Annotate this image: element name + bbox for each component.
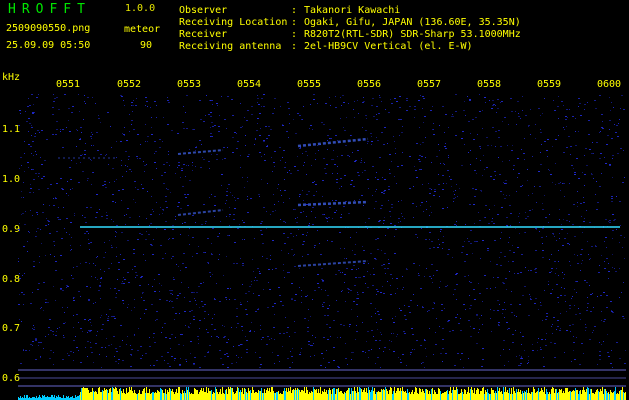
x-tick-label: 0554 xyxy=(237,79,262,90)
info-value-receiver: R820T2(RTL-SDR) SDR-Sharp 53.1000MHz xyxy=(304,29,521,40)
signal-level-bars xyxy=(18,387,626,400)
info-value-location: Ogaki, Gifu, JAPAN (136.60E, 35.35N) xyxy=(304,17,521,28)
info-sep: : xyxy=(291,41,298,52)
event-count: 90 xyxy=(140,40,153,51)
file-name: 2509090550.png xyxy=(6,23,91,34)
x-tick-label: 0553 xyxy=(177,79,202,90)
info-label-location: Receiving Location xyxy=(179,17,288,28)
event-type-label: meteor xyxy=(124,24,161,35)
info-label-receiver: Receiver xyxy=(179,29,228,40)
x-tick-label: 0600 xyxy=(597,79,622,90)
meteor-echo-layer xyxy=(58,137,369,267)
app-version: 1.0.0 xyxy=(125,3,156,14)
y-axis-unit: kHz xyxy=(2,72,21,83)
x-tick-label: 0558 xyxy=(477,79,502,90)
info-sep: : xyxy=(291,5,298,16)
timestamp: 25.09.09 05:50 xyxy=(6,40,91,51)
info-label-observer: Observer xyxy=(179,5,228,16)
meteor-echo xyxy=(177,149,224,155)
meteor-echo xyxy=(177,209,224,216)
info-label-antenna: Receiving antenna xyxy=(179,41,282,52)
meteor-echo xyxy=(297,260,369,267)
meteor-echo xyxy=(297,200,369,207)
x-tick-label: 0557 xyxy=(417,79,442,90)
info-value-antenna: 2el-HB9CV Vertical (el. E-W) xyxy=(304,41,473,52)
x-tick-label: 0556 xyxy=(357,79,382,90)
x-tick-label: 0552 xyxy=(117,79,142,90)
spectrogram xyxy=(18,94,626,400)
x-tick-label: 0559 xyxy=(537,79,562,90)
x-tick-label: 0555 xyxy=(297,79,322,90)
app-title: HROFFT xyxy=(8,2,91,17)
info-sep: : xyxy=(291,17,298,28)
info-value-observer: Takanori Kawachi xyxy=(304,5,401,16)
noise-layer xyxy=(18,94,626,368)
info-sep: : xyxy=(291,29,298,40)
meteor-echo xyxy=(297,137,369,148)
x-tick-label: 0551 xyxy=(56,79,81,90)
